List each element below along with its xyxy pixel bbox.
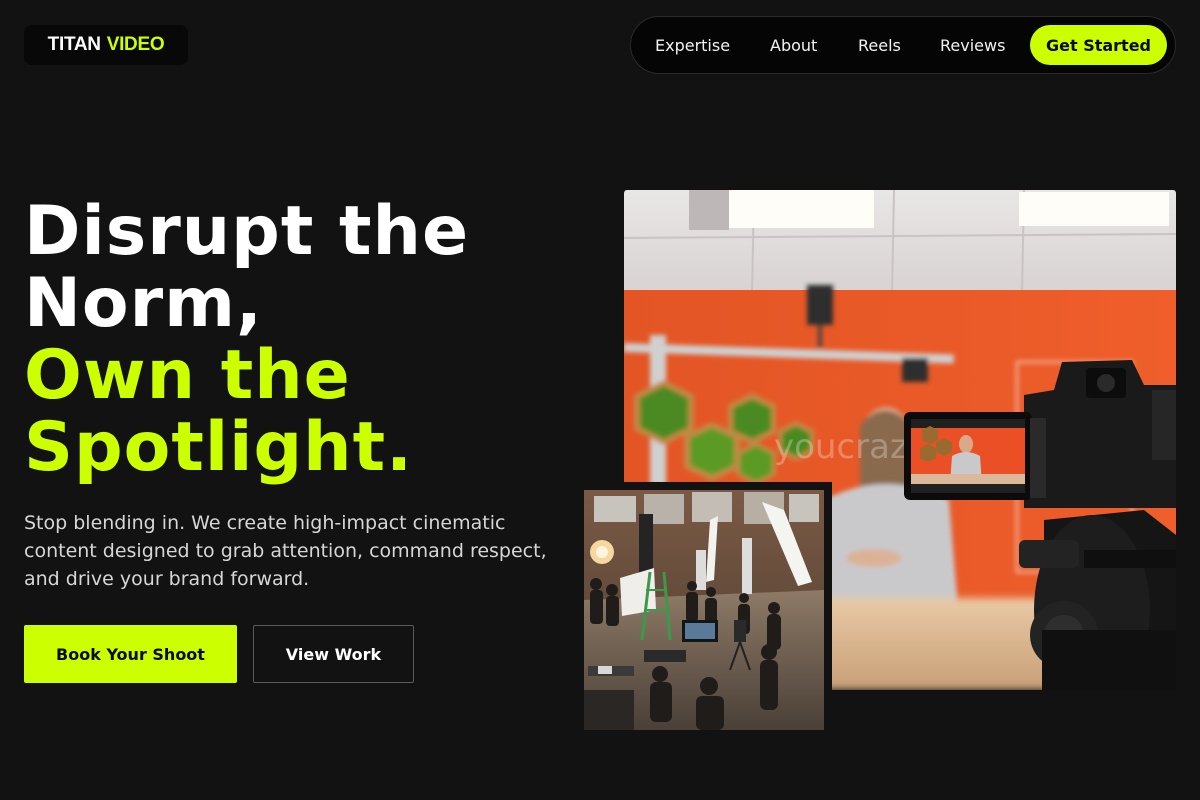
- book-shoot-button[interactable]: Book Your Shoot: [24, 625, 237, 683]
- nav-link-reviews[interactable]: Reviews: [940, 17, 1005, 73]
- hero-heading-line-2: Norm,: [24, 264, 263, 343]
- main-nav: Expertise About Reels Reviews Get Starte…: [630, 16, 1176, 74]
- hero-heading-line-4: Spotlight.: [24, 408, 413, 487]
- logo[interactable]: TITAN VIDEO: [24, 25, 188, 65]
- get-started-button[interactable]: Get Started: [1030, 25, 1167, 65]
- hero-secondary-image: [584, 482, 832, 738]
- nav-link-about[interactable]: About: [770, 17, 817, 73]
- hero-heading-line-1: Disrupt the: [24, 192, 470, 271]
- nav-link-expertise[interactable]: Expertise: [655, 17, 730, 73]
- view-work-button[interactable]: View Work: [253, 625, 414, 683]
- hero-heading-line-3: Own the: [24, 336, 351, 415]
- film-crew-illustration: [584, 490, 824, 730]
- logo-text-primary: TITAN: [47, 34, 101, 55]
- nav-link-reels[interactable]: Reels: [858, 17, 901, 73]
- hero-heading: Disrupt the Norm, Own the Spotlight.: [24, 196, 469, 484]
- hero-subtitle: Stop blending in. We create high-impact …: [24, 512, 547, 590]
- logo-text-accent: VIDEO: [106, 34, 165, 55]
